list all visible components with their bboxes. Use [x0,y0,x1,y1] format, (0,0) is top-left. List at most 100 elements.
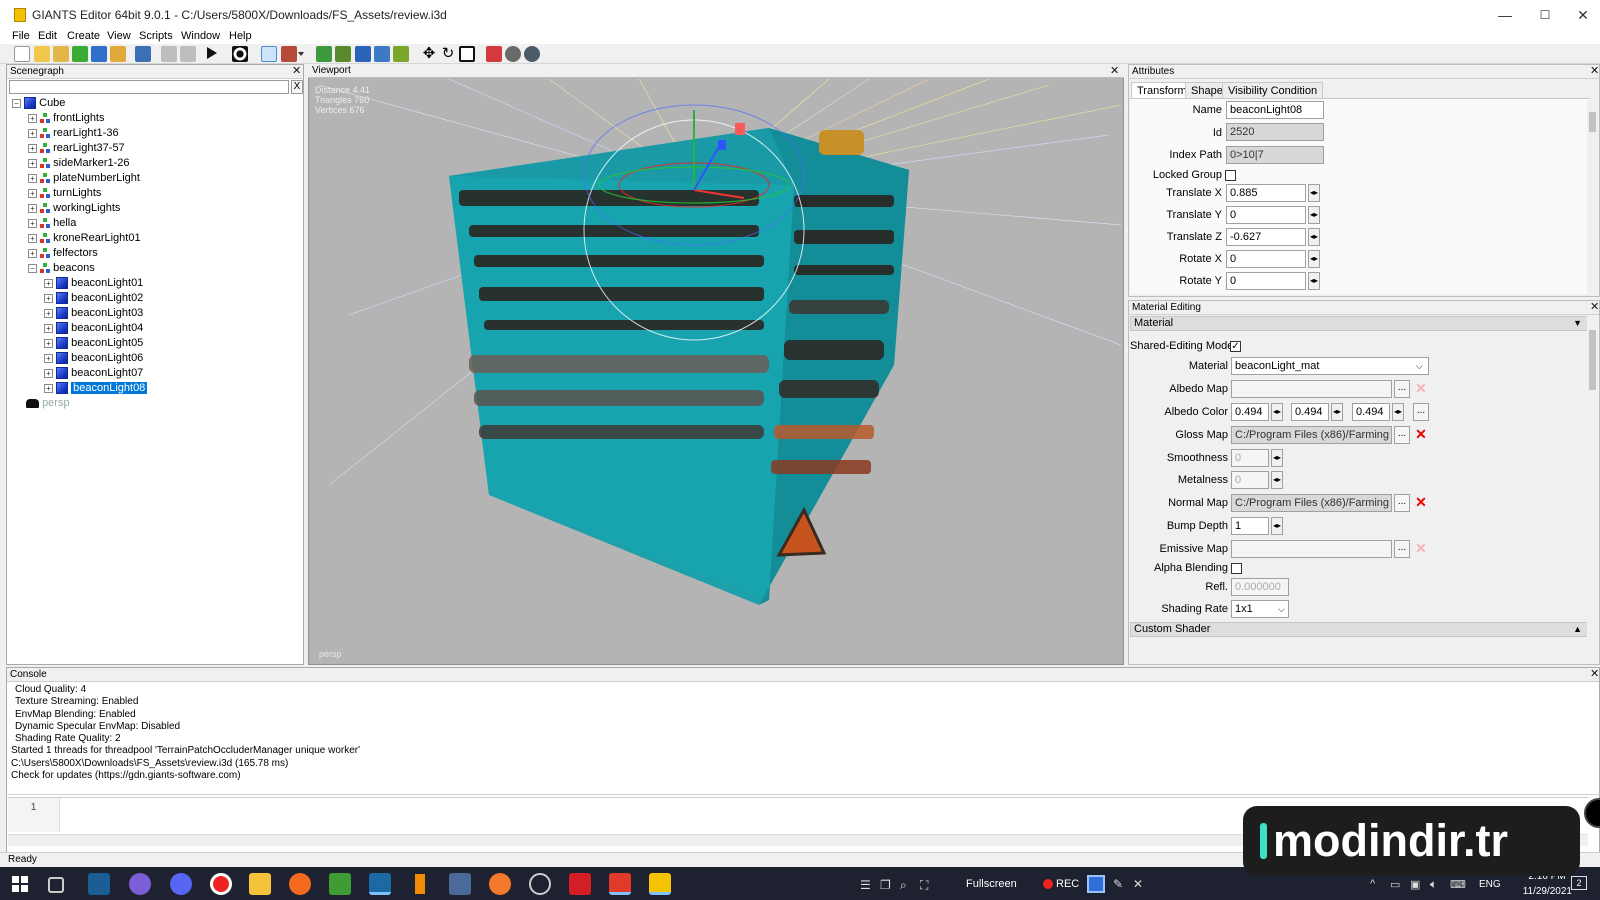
maximize-button[interactable]: ☐ [1530,4,1560,26]
alpha-blending-checkbox[interactable] [1231,563,1242,574]
rotate-y-spin[interactable]: ◂▸ [1308,272,1320,290]
expand-icon[interactable]: + [44,293,53,303]
material-select[interactable]: beaconLight_mat [1231,357,1429,375]
expand-icon[interactable]: + [28,143,37,153]
viber-icon[interactable] [129,873,151,895]
bump-depth-field[interactable]: 1 [1231,517,1269,535]
tree-node-beacon[interactable]: + beaconLight06 [44,351,302,366]
select-tool-icon[interactable] [261,46,277,62]
windows-icon[interactable]: ❐ [880,878,891,892]
export-icon[interactable] [110,46,126,62]
expand-icon[interactable]: + [44,368,53,378]
translate-y-spin[interactable]: ◂▸ [1308,206,1320,224]
network-icon[interactable] [524,46,540,62]
notification-icon[interactable]: 2 [1571,876,1587,890]
albedo-color-b-field[interactable]: 0.494 [1352,403,1390,421]
tree-node-beacon[interactable]: + beaconLight04 [44,321,302,336]
move-icon[interactable]: ✥ [421,46,437,62]
expand-icon[interactable]: + [28,128,37,138]
menu-file[interactable]: File [7,29,35,43]
emissive-map-field[interactable] [1231,540,1392,558]
menu-edit[interactable]: Edit [33,29,62,43]
chevron-down-icon[interactable]: ⌵ [1278,604,1285,615]
close-button[interactable]: ✕ [1568,4,1598,26]
minimize-button[interactable]: — [1490,4,1520,26]
close-material-icon[interactable]: ✕ [1590,301,1599,313]
expand-icon[interactable]: + [28,218,37,228]
collapse-triangle-icon[interactable]: ▼ [1573,317,1582,330]
paint-tool-icon[interactable] [281,46,297,62]
bump-depth-spin[interactable]: ◂▸ [1271,517,1283,535]
eye-icon[interactable] [232,46,248,62]
language-indicator[interactable]: ENG [1479,879,1501,890]
albedo-g-spin[interactable]: ◂▸ [1331,403,1343,421]
rotate-x-spin[interactable]: ◂▸ [1308,250,1320,268]
expand-icon[interactable]: + [44,353,53,363]
zoom-icon[interactable]: ⌕ [900,878,907,893]
file-explorer-icon[interactable] [249,873,271,895]
pen-icon[interactable]: ✎ [1113,877,1123,891]
emissive-map-clear-icon[interactable]: ✕ [1413,540,1429,558]
expand-icon[interactable]: + [28,158,37,168]
expand-icon[interactable]: + [28,188,37,198]
blender-icon[interactable] [489,873,511,895]
sculpt-icon[interactable] [374,46,390,62]
normal-map-field[interactable]: C:/Program Files (x86)/Farming Sim [1231,494,1392,512]
refl-field[interactable]: 0.000000 [1231,578,1289,596]
notepad-icon[interactable] [329,873,351,895]
tree-node-beacon[interactable]: + beaconLight02 [44,291,302,306]
viewport-scene[interactable] [309,65,1124,665]
material-scrollbar[interactable] [1587,316,1598,662]
menu-lines-icon[interactable]: ☰ [860,878,871,892]
scrollbar-thumb[interactable] [1589,330,1596,390]
flash-app-icon[interactable] [569,873,591,895]
tree-node-group[interactable]: + felfectors [28,246,302,261]
albedo-b-spin[interactable]: ◂▸ [1392,403,1404,421]
tree-node-group[interactable]: + workingLights [28,201,302,216]
menu-create[interactable]: Create [62,29,105,43]
menu-window[interactable]: Window [176,29,225,43]
albedo-r-spin[interactable]: ◂▸ [1271,403,1283,421]
smoothness-spin[interactable]: ◂▸ [1271,449,1283,467]
albedo-color-g-field[interactable]: 0.494 [1291,403,1329,421]
expand-icon[interactable]: + [28,248,37,258]
foliage-icon[interactable] [335,46,351,62]
expand-icon[interactable]: + [28,113,37,123]
emissive-map-browse-button[interactable]: ... [1394,540,1410,558]
rotate-y-field[interactable]: 0 [1226,272,1306,290]
network-tray-icon[interactable]: ▭ [1390,878,1400,891]
close-recorder-icon[interactable]: ✕ [1133,877,1143,891]
monitor-tray-icon[interactable]: ▣ [1410,878,1420,891]
expand-icon[interactable]: + [44,308,53,318]
expand-icon[interactable]: + [44,338,53,348]
chevron-down-icon[interactable]: ⌵ [1416,361,1423,372]
steam-icon[interactable] [88,873,110,895]
rec-button[interactable]: REC [1056,878,1079,890]
name-field[interactable]: beaconLight08 [1226,101,1324,119]
albedo-color-r-field[interactable]: 0.494 [1231,403,1269,421]
crop-icon[interactable]: ⛶ [920,878,928,893]
translate-z-spin[interactable]: ◂▸ [1308,228,1320,246]
close-attributes-icon[interactable]: ✕ [1590,65,1599,77]
albedo-map-field[interactable] [1231,380,1392,398]
expand-icon[interactable]: + [44,278,53,288]
tree-node-root[interactable]: − Cube [12,96,302,111]
obs-record-icon[interactable] [210,873,232,895]
translate-y-field[interactable]: 0 [1226,206,1306,224]
locked-group-checkbox[interactable] [1225,170,1236,181]
custom-shader-section[interactable]: Custom Shader ▲ [1130,622,1588,637]
filter-clear-button[interactable]: X [291,80,303,94]
tree-node-group[interactable]: + rearLight1-36 [28,126,302,141]
firefox-icon[interactable] [289,873,311,895]
editor-app-icon[interactable] [449,873,471,895]
redo-icon[interactable] [180,46,196,62]
giants-app-icon[interactable] [609,873,631,895]
close-console-icon[interactable]: ✕ [1590,668,1599,680]
gloss-map-clear-icon[interactable]: ✕ [1413,426,1429,444]
tree-node-beacon-selected[interactable]: + beaconLight08 [44,381,302,396]
menu-view[interactable]: View [102,29,136,43]
settings-icon[interactable] [505,46,521,62]
menu-help[interactable]: Help [224,29,257,43]
color-swatch-button[interactable] [1087,875,1105,893]
scale-icon[interactable] [459,46,475,62]
